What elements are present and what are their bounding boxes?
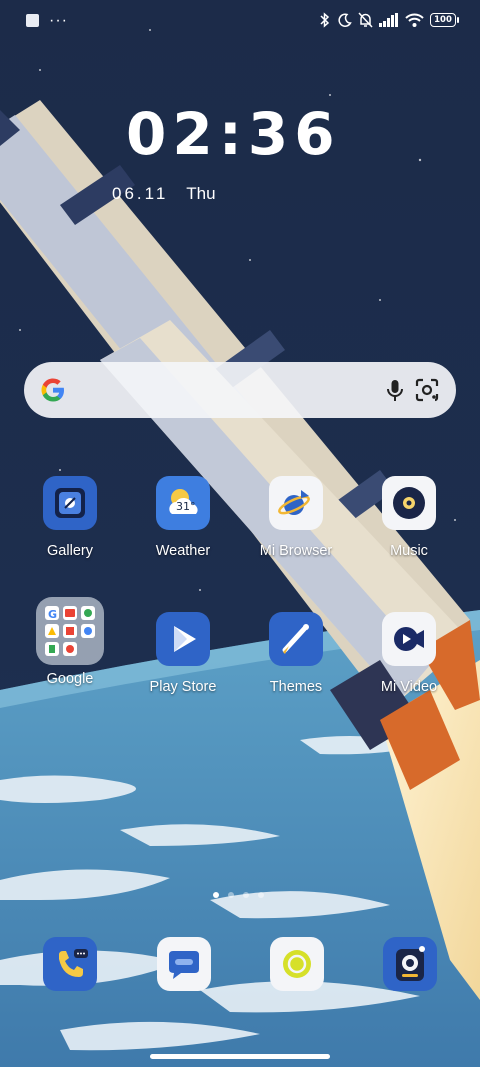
video-icon <box>382 612 436 666</box>
page-dot <box>243 892 249 898</box>
dock-messages[interactable] <box>157 937 211 991</box>
app-google-folder[interactable]: G Google <box>15 597 125 687</box>
messages-icon <box>169 951 199 979</box>
clock-time[interactable]: 02:36 <box>126 100 341 168</box>
app-label: Mi Video <box>380 679 438 695</box>
page-dot <box>258 892 264 898</box>
google-search-bar[interactable] <box>24 362 456 418</box>
battery-level: 100 <box>434 15 452 25</box>
app-play-store[interactable]: Play Store <box>128 612 238 695</box>
microphone-icon[interactable] <box>382 377 408 403</box>
bluetooth-icon <box>320 12 330 28</box>
music-icon <box>382 476 436 530</box>
dock-security[interactable] <box>383 937 437 991</box>
app-mi-browser[interactable]: Mi Browser <box>241 476 351 559</box>
page-dot <box>213 892 219 898</box>
app-mi-video[interactable]: Mi Video <box>354 612 464 695</box>
gallery-icon <box>43 476 97 530</box>
page-dot <box>228 892 234 898</box>
moon-icon <box>338 12 352 27</box>
page-indicator[interactable] <box>213 892 264 898</box>
app-label: Gallery <box>47 543 93 559</box>
weather-temp: 31° <box>176 500 196 513</box>
app-label: Themes <box>269 679 323 695</box>
security-icon <box>396 946 425 981</box>
phone-icon <box>59 949 88 977</box>
weekday-text: Thu <box>186 184 216 203</box>
lens-icon[interactable] <box>414 377 440 403</box>
bell-off-icon <box>358 12 373 28</box>
app-notification-icon <box>26 14 39 27</box>
more-dots-icon: ··· <box>49 12 68 29</box>
status-bar: ··· 100 <box>0 0 480 46</box>
app-gallery[interactable]: Gallery <box>15 476 125 559</box>
dock-camera[interactable] <box>270 937 324 991</box>
app-label: Weather <box>155 543 211 559</box>
google-logo-icon <box>41 378 64 402</box>
app-music[interactable]: Music <box>354 476 464 559</box>
app-themes[interactable]: Themes <box>241 612 351 695</box>
battery-icon: 100 <box>430 13 459 27</box>
dock-phone[interactable] <box>43 937 97 991</box>
svg-text:G: G <box>48 608 57 621</box>
wifi-icon <box>405 13 424 27</box>
play-store-icon <box>156 612 210 666</box>
app-label: Mi Browser <box>259 543 333 559</box>
home-gesture-bar[interactable] <box>150 1054 330 1059</box>
app-label: Music <box>390 543 428 559</box>
browser-icon <box>269 476 323 530</box>
app-label: Play Store <box>149 679 217 695</box>
app-weather[interactable]: 31° Weather <box>128 476 238 559</box>
google-folder-icon: G <box>36 597 104 665</box>
signal-icon <box>379 13 398 27</box>
clock-date[interactable]: 06.11 Thu <box>112 184 216 204</box>
app-label: Google <box>46 671 94 687</box>
weather-icon: 31° <box>156 476 210 530</box>
camera-icon <box>283 950 311 978</box>
themes-icon <box>269 612 323 666</box>
date-text: 06.11 <box>112 184 169 203</box>
